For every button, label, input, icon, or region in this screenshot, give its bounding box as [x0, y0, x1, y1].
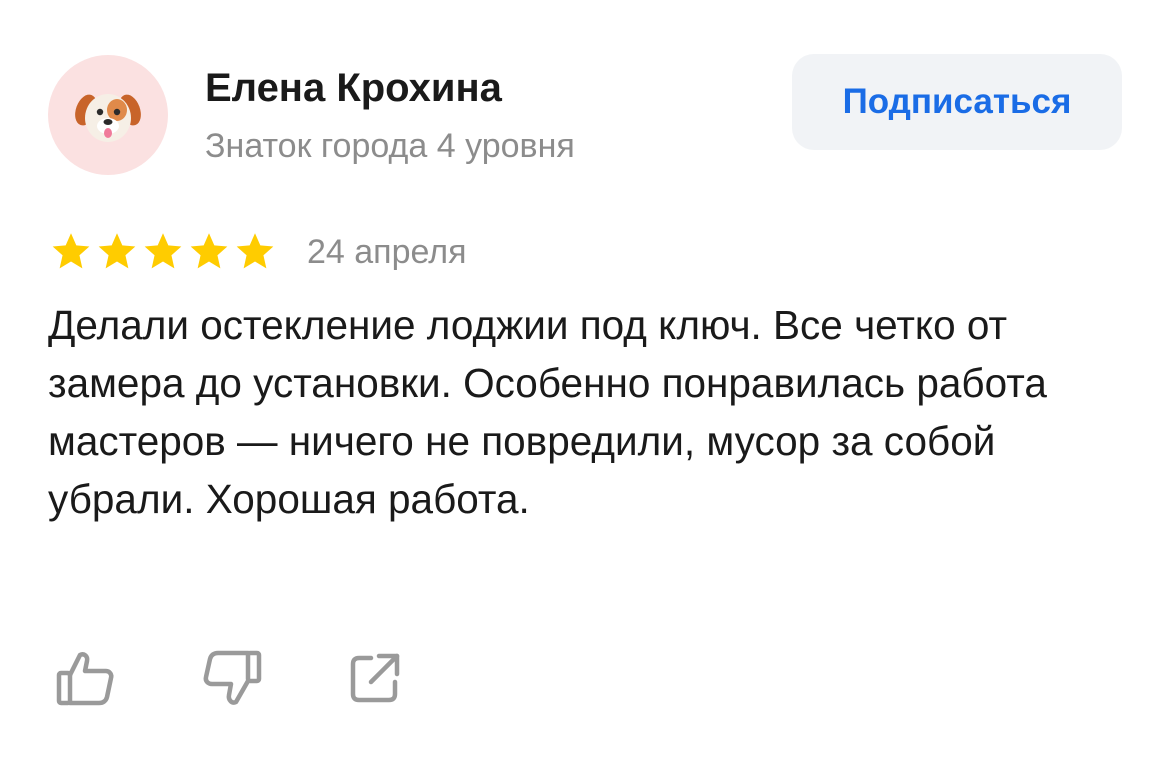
rating-stars — [48, 230, 278, 274]
dislike-button[interactable] — [200, 645, 266, 711]
thumbs-up-icon — [56, 652, 114, 706]
review-text: Делали остекление лоджии под ключ. Все ч… — [48, 302, 1047, 522]
author-level: Знаток города 4 уровня — [205, 127, 575, 165]
star-icon — [52, 233, 90, 269]
thumbs-down-icon — [203, 650, 262, 705]
star-icon — [144, 233, 182, 269]
dog-face-icon — [75, 94, 141, 142]
author-name[interactable]: Елена Крохина — [205, 64, 502, 112]
avatar[interactable] — [48, 55, 168, 175]
share-button[interactable] — [342, 645, 408, 711]
star-icon — [98, 233, 136, 269]
subscribe-button[interactable]: Подписаться — [792, 54, 1122, 150]
like-button[interactable] — [52, 645, 118, 711]
star-icon — [190, 233, 228, 269]
review-date: 24 апреля — [307, 233, 467, 271]
share-icon — [350, 653, 400, 703]
star-icon — [236, 233, 274, 269]
